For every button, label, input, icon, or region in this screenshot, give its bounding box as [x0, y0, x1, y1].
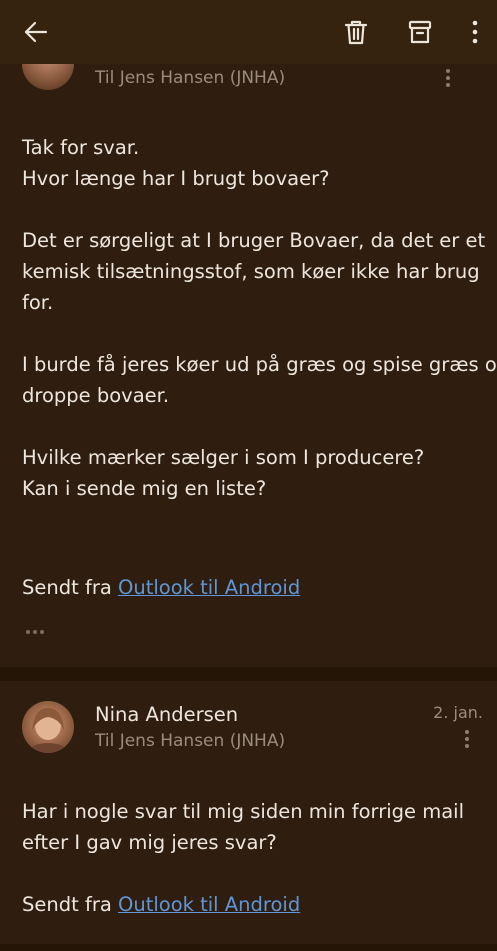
archive-button[interactable]	[400, 12, 440, 52]
more-vertical-icon	[465, 730, 469, 734]
avatar-photo	[28, 707, 68, 753]
recipient-line: Til Jens Hansen (JNHA)	[95, 68, 286, 88]
outlook-link[interactable]: Outlook til Android	[118, 576, 300, 599]
message-divider	[0, 944, 497, 951]
body-paragraph: Tak for svar. Hvor længe har I brugt bov…	[22, 132, 487, 194]
signature: Sendt fra Outlook til Android	[22, 572, 300, 603]
message-divider	[0, 667, 497, 681]
body-paragraph: Det er sørgeligt at I bruger Bovaer, da …	[22, 225, 487, 318]
body-line: Kan i sende mig en liste?	[22, 477, 267, 500]
back-button[interactable]	[16, 12, 56, 52]
message-more-button[interactable]	[459, 727, 475, 753]
message-card: Til Jens Hansen (JNHA) Tak for svar. Hvo…	[0, 64, 497, 667]
outlook-link[interactable]: Outlook til Android	[118, 893, 300, 916]
body-line: kemisk tilsætningsstof, som køer ikke ha…	[22, 260, 480, 283]
message-body: Tak for svar. Hvor længe har I brugt bov…	[22, 132, 497, 535]
show-quoted-text-button[interactable]	[26, 630, 44, 634]
email-thread-view: Til Jens Hansen (JNHA) Tak for svar. Hvo…	[0, 0, 497, 951]
message-date: 2. jan.	[433, 703, 483, 722]
body-line: efter I gav mig jeres svar?	[22, 831, 277, 854]
message-body: Har i nogle svar til mig siden min forri…	[22, 796, 487, 858]
avatar[interactable]	[22, 701, 74, 753]
message-header[interactable]: Til Jens Hansen (JNHA)	[0, 64, 497, 94]
body-line: Tak for svar.	[22, 136, 140, 159]
body-line: Det er sørgeligt at I bruger Bovaer, da …	[22, 229, 486, 252]
archive-icon	[408, 20, 432, 44]
recipient-line[interactable]: Til Jens Hansen (JNHA)	[95, 731, 285, 751]
signature-prefix: Sendt fra	[22, 576, 118, 599]
body-line: droppe bovaer.	[22, 384, 170, 407]
top-app-bar	[0, 0, 497, 64]
signature-prefix: Sendt fra	[22, 893, 118, 916]
body-paragraph: I burde få jeres køer ud på græs og spis…	[22, 349, 497, 411]
signature: Sendt fra Outlook til Android	[22, 889, 300, 920]
message-card: Nina Andersen Til Jens Hansen (JNHA) 2. …	[0, 681, 497, 951]
more-options-button[interactable]	[455, 12, 495, 52]
ellipsis-icon	[26, 630, 30, 634]
sender-name: Nina Andersen	[95, 703, 239, 726]
body-line: Har i nogle svar til mig siden min forri…	[22, 800, 464, 823]
body-line: Hvilke mærker sælger i som I producere?	[22, 446, 425, 469]
arrow-left-icon	[24, 21, 48, 43]
body-paragraph: Hvilke mærker sælger i som I producere? …	[22, 442, 487, 504]
message-more-button[interactable]	[440, 66, 456, 92]
trash-icon	[344, 20, 368, 45]
more-vertical-icon	[472, 20, 478, 44]
delete-button[interactable]	[336, 12, 376, 52]
more-vertical-icon	[446, 69, 450, 73]
body-line: I burde få jeres køer ud på græs og spis…	[22, 353, 497, 376]
body-line: for.	[22, 291, 54, 314]
avatar[interactable]	[22, 64, 74, 90]
body-line: Hvor længe har I brugt bovaer?	[22, 167, 330, 190]
